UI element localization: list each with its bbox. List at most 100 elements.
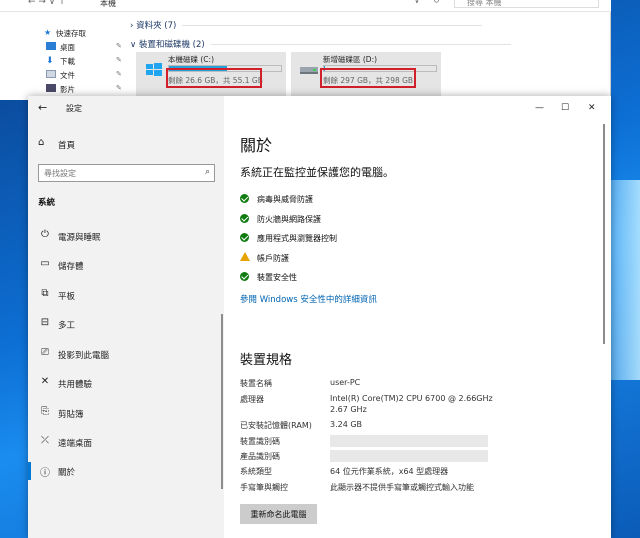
main-scrollbar[interactable] (603, 124, 605, 344)
check-icon (240, 272, 249, 281)
sidebar-item-label: 儲存體 (58, 262, 84, 272)
sidebar-item-remote-desktop[interactable]: ⤫ 遠端桌面 (28, 430, 224, 454)
info-icon: ⓘ (40, 468, 50, 479)
sidebar-item-about[interactable]: ⓘ 關於 (28, 459, 224, 483)
video-icon (46, 84, 56, 92)
maximize-button[interactable]: ☐ (561, 103, 569, 113)
protection-label: 帳戶防護 (257, 254, 289, 263)
refresh-icon[interactable]: ↻ (433, 0, 440, 5)
sidebar-item-multitasking[interactable]: ⊟ 多工 (28, 312, 224, 336)
multitasking-icon: ⊟ (40, 317, 50, 328)
windows-security-details-link[interactable]: 參閱 Windows 安全性中的詳細資訊 (240, 293, 377, 305)
spec-value: Intel(R) Core(TM)2 CPU 6700 @ 2.66GHz (330, 394, 493, 403)
spec-value: 64 位元作業系統，x64 型處理器 (330, 467, 449, 476)
star-icon: ★ (44, 28, 52, 37)
protection-summary: 系統正在監控並保護您的電腦。 (240, 166, 394, 179)
back-forward-icons[interactable]: ← → ∨ ↑ (28, 0, 66, 7)
pin-icon: ✎ (116, 42, 122, 50)
sidebar-item-label: 遠端桌面 (58, 439, 93, 449)
close-button[interactable]: ✕ (588, 103, 596, 113)
highlight-box (320, 68, 416, 88)
back-arrow-icon[interactable]: ← (38, 101, 47, 114)
spec-key: 手寫筆與觸控 (240, 483, 288, 492)
devices-header-label: 裝置和磁碟機 (2) (138, 40, 205, 50)
chevron-down-icon[interactable]: ∨ (414, 0, 420, 5)
hard-drive-icon (300, 67, 318, 74)
drive-name: 本機磁碟 (C:) (168, 55, 214, 64)
explorer-nav-pane: ★ 快速存取 桌面 ✎ ⬇ 下載 ✎ 文件 ✎ 影片 ✎ (0, 12, 126, 100)
sidebar-item-power-sleep[interactable]: ⏻ 電源與睡眠 (28, 224, 224, 248)
nav-item-documents[interactable]: 文件 (60, 70, 75, 81)
page-title: 關於 (240, 136, 273, 155)
sidebar-item-label: 關於 (58, 468, 76, 478)
protection-label: 裝置安全性 (257, 273, 297, 282)
sidebar-item-label: 多工 (58, 321, 76, 331)
check-icon (240, 233, 249, 242)
settings-sidebar: ← 設定 ⌂ 首頁 ⌕ 系統 ⏻ 電源與睡眠 ▭ 儲存體 ⧉ 平板 ⊟ 多工 ⎚ (28, 96, 224, 538)
warning-icon (240, 252, 250, 261)
document-icon (46, 70, 56, 78)
spec-key: 裝置識別碼 (240, 437, 280, 446)
spec-value: 此顯示器不提供手寫筆或觸控式輸入功能 (330, 483, 474, 492)
sidebar-item-shared-experiences[interactable]: ✕ 共用體驗 (28, 371, 224, 395)
desktop-icon (46, 42, 56, 50)
power-icon: ⏻ (41, 229, 49, 240)
rename-pc-button[interactable]: 重新命名此電腦 (240, 504, 317, 524)
divider (182, 25, 483, 26)
settings-search-box[interactable]: ⌕ (38, 164, 215, 182)
clipboard-icon: ⎘ (41, 406, 49, 417)
spec-key: 系統類型 (240, 467, 272, 476)
check-icon (240, 214, 249, 223)
category-heading: 系統 (38, 198, 56, 208)
spec-key: 處理器 (240, 395, 264, 404)
sidebar-item-label: 共用體驗 (58, 380, 93, 390)
folders-header-label: 資料夾 (7) (136, 21, 177, 31)
protection-item-app-browser: 應用程式與瀏覽器控制 (240, 231, 540, 247)
sidebar-item-label: 平板 (58, 292, 76, 302)
nav-item-desktop[interactable]: 桌面 (60, 42, 75, 53)
nav-item-videos[interactable]: 影片 (60, 84, 75, 95)
sidebar-item-storage[interactable]: ▭ 儲存體 (28, 253, 224, 277)
remote-desktop-icon: ⤫ (41, 435, 49, 446)
settings-search-input[interactable] (39, 165, 189, 181)
protection-label: 應用程式與瀏覽器控制 (257, 234, 337, 243)
divider (210, 44, 511, 45)
home-label: 首頁 (58, 141, 76, 151)
window-title: 設定 (66, 104, 82, 113)
minimize-button[interactable]: — (535, 103, 544, 113)
protection-item-firewall: 防火牆與網路保護 (240, 212, 540, 228)
explorer-address-bar: ← → ∨ ↑ 本機 ∨ ↻ 搜尋 本機 (0, 0, 611, 12)
nav-item-downloads[interactable]: 下載 (60, 56, 75, 67)
active-indicator (28, 462, 31, 480)
sidebar-item-tablet[interactable]: ⧉ 平板 (28, 283, 224, 307)
explorer-path[interactable]: 本機 (100, 0, 116, 9)
sidebar-item-label: 電源與睡眠 (58, 233, 101, 243)
download-icon: ⬇ (46, 56, 54, 66)
folders-group-header[interactable]: › 資料夾 (7) (130, 19, 483, 31)
protection-item-device-security: 裝置安全性 (240, 270, 540, 286)
devices-group-header[interactable]: ∨ 裝置和磁碟機 (2) (130, 38, 511, 50)
device-specs-heading: 裝置規格 (240, 353, 293, 368)
sidebar-item-clipboard[interactable]: ⎘ 剪貼簿 (28, 401, 224, 425)
sidebar-item-projecting[interactable]: ⎚ 投影到此電腦 (28, 342, 224, 366)
protection-label: 防火牆與網路保護 (257, 215, 321, 224)
sidebar-item-label: 投影到此電腦 (58, 351, 110, 361)
pin-icon: ✎ (116, 70, 122, 78)
quick-access-item[interactable]: 快速存取 (56, 28, 86, 39)
settings-titlebar: ← 設定 (28, 96, 224, 120)
spec-key: 已安裝記憶體(RAM) (240, 421, 312, 430)
spec-key: 產品識別碼 (240, 452, 280, 461)
projecting-icon: ⎚ (41, 347, 49, 358)
windows-drive-icon (146, 63, 162, 76)
settings-window: ← 設定 ⌂ 首頁 ⌕ 系統 ⏻ 電源與睡眠 ▭ 儲存體 ⧉ 平板 ⊟ 多工 ⎚ (28, 96, 611, 538)
explorer-search-input[interactable]: 搜尋 本機 (454, 0, 599, 8)
protection-item-account: 帳戶防護 (240, 251, 540, 267)
search-icon[interactable]: ⌕ (205, 167, 210, 177)
sidebar-scrollbar[interactable] (221, 314, 223, 489)
highlight-box (166, 68, 262, 88)
redacted-value (330, 450, 488, 462)
home-nav-item[interactable]: ⌂ 首頁 (28, 134, 224, 154)
check-icon (240, 194, 249, 203)
shared-experiences-icon: ✕ (40, 376, 50, 387)
about-page: — ☐ ✕ 關於 系統正在監控並保護您的電腦。 病毒與威脅防護 防火牆與網路保護… (224, 96, 611, 538)
